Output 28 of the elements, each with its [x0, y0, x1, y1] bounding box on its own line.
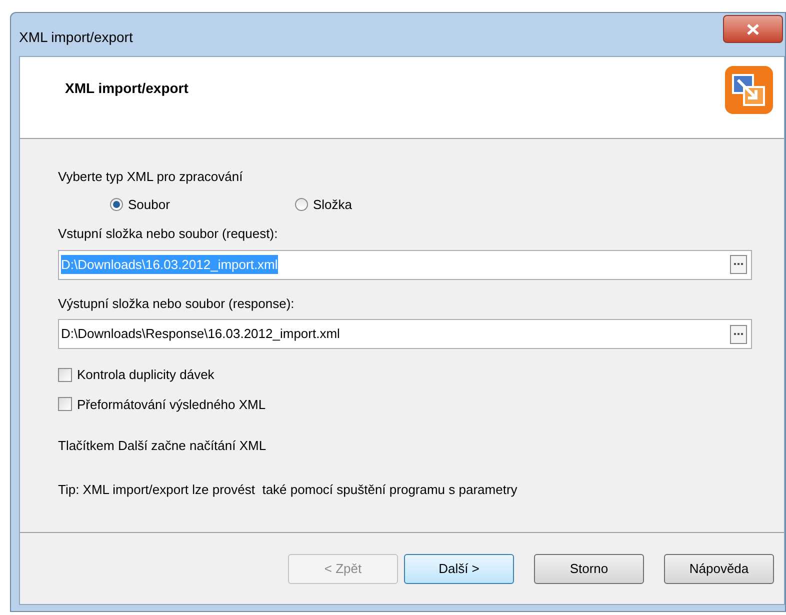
radio-button[interactable]: [295, 198, 308, 211]
dialog-button[interactable]: Nápověda: [664, 554, 774, 584]
path-field[interactable]: D:\Downloads\Response\16.03.2012_import.xml: [58, 319, 752, 349]
checkbox-label: Přeformátování výsledného XML: [77, 396, 266, 414]
browse-button[interactable]: [730, 255, 747, 274]
checkbox-label: Kontrola duplicity dávek: [77, 366, 214, 384]
dialog-button[interactable]: Storno: [534, 554, 644, 584]
checkbox[interactable]: [58, 368, 72, 382]
close-icon: [747, 24, 759, 34]
close-button[interactable]: [723, 15, 783, 43]
dialog-button[interactable]: Další >: [404, 554, 514, 584]
radio-button[interactable]: [110, 198, 123, 211]
info-text: Tlačítkem Další začne načítání XML: [58, 437, 268, 455]
info-text: Tip: XML import/export lze provést také pomocí spuštění programu s parametry: [58, 480, 518, 499]
dots-icon: [734, 263, 743, 266]
import-export-icon: [724, 65, 774, 115]
path-value: D:\Downloads\16.03.2012_import.xml: [61, 254, 278, 274]
header-title: XML import/export: [65, 79, 188, 98]
window-title: XML import/export: [19, 28, 133, 47]
checkbox[interactable]: [58, 397, 72, 412]
browse-button[interactable]: [730, 324, 747, 344]
type-label: Vyberte typ XML pro zpracování: [58, 168, 244, 186]
path-value: D:\Downloads\Response\16.03.2012_import.xml: [61, 325, 340, 344]
dots-icon: [734, 332, 743, 336]
radio-label: Soubor: [128, 196, 170, 214]
radio-label: Složka: [313, 196, 352, 214]
field-label: Výstupní složka nebo soubor (response):: [58, 294, 296, 313]
field-label: Vstupní složka nebo soubor (request):: [58, 225, 279, 243]
